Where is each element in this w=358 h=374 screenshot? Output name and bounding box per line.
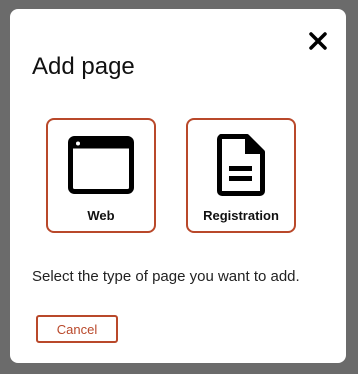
dialog-description: Select the type of page you want to add. — [32, 268, 300, 285]
web-option-label: Web — [87, 208, 115, 223]
add-page-dialog: Add page Web Registration Select the typ… — [10, 9, 346, 363]
registration-option-label: Registration — [203, 208, 279, 223]
cancel-button[interactable]: Cancel — [36, 315, 118, 343]
document-icon — [207, 134, 275, 196]
dialog-title: Add page — [32, 53, 135, 80]
browser-window-icon — [67, 134, 135, 196]
close-button[interactable] — [306, 29, 330, 53]
web-page-option[interactable]: Web — [46, 118, 156, 233]
close-icon — [309, 32, 327, 50]
registration-page-option[interactable]: Registration — [186, 118, 296, 233]
